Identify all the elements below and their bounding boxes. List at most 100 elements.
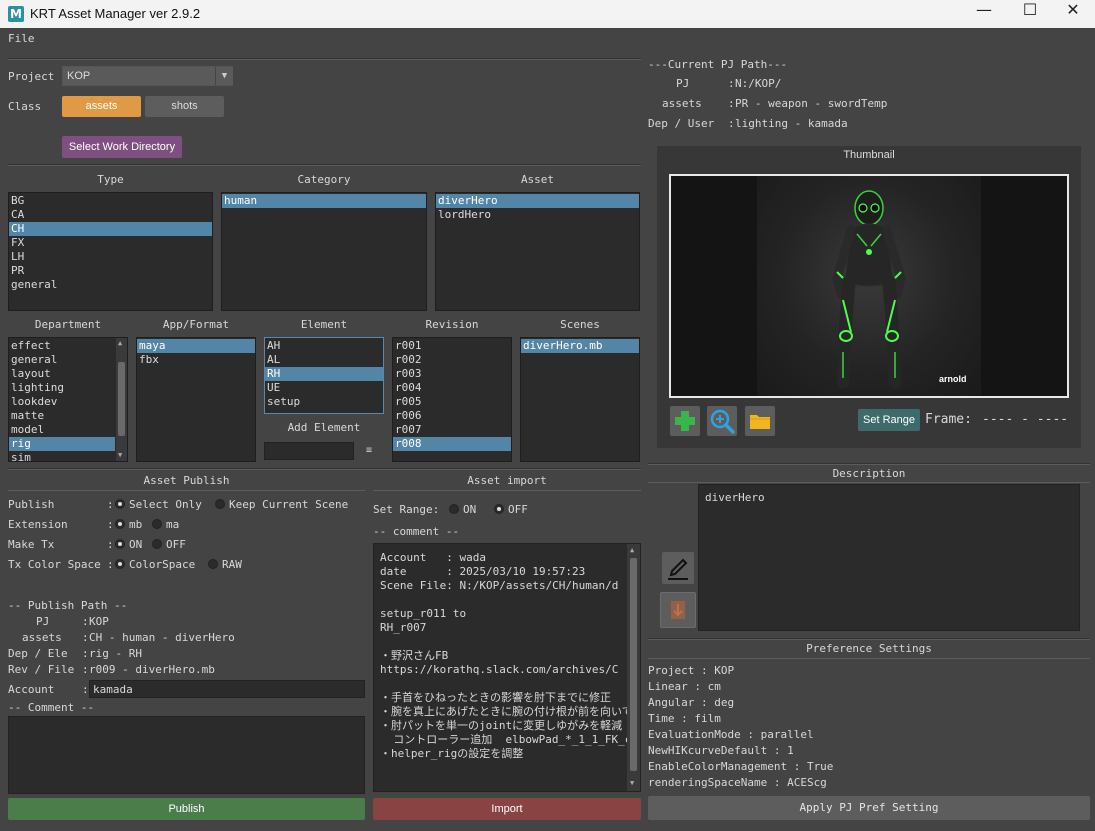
element-list-item[interactable]: AH [265,339,383,353]
department-list-item[interactable]: layout [9,367,115,381]
publish-keep-scene-radio[interactable]: Keep Current Scene [215,498,348,511]
type-list[interactable]: BG CA CH FX LH PR general [8,192,213,311]
radio-icon [215,499,225,509]
apply-pj-pref-button[interactable]: Apply PJ Pref Setting [648,796,1090,820]
extension-mb-radio[interactable]: mb [115,518,142,531]
revision-list-item[interactable]: r006 [393,409,511,423]
raw-radio[interactable]: RAW [208,558,242,571]
scroll-thumb[interactable] [118,362,125,436]
department-list-item[interactable]: rig [9,437,115,451]
type-list-item[interactable]: BG [9,194,212,208]
type-list-item[interactable]: CA [9,208,212,222]
separator [8,58,641,60]
radio-icon [115,559,125,569]
publish-option-label: Publish [8,498,55,511]
menu-icon[interactable]: ≡ [366,445,372,456]
add-element-input[interactable] [264,442,354,460]
asset-list-item[interactable]: lordHero [436,208,639,222]
set-range-on-radio[interactable]: ON [449,503,476,516]
scroll-down-icon[interactable]: ▼ [118,451,122,459]
type-list-item[interactable]: PR [9,264,212,278]
make-tx-on-radio[interactable]: ON [115,538,142,551]
colon: : [728,97,735,110]
save-description-button[interactable] [660,592,696,628]
department-list-item[interactable]: lookdev [9,395,115,409]
element-list[interactable]: AH AL RH UE setup [264,337,384,414]
revision-list-item[interactable]: r008 [393,437,511,451]
import-button[interactable]: Import [373,798,641,820]
minimize-button[interactable]: — [961,0,1007,28]
select-work-directory-button[interactable]: Select Work Directory [62,136,182,158]
class-shots-button[interactable]: shots [145,96,224,117]
department-list-item[interactable]: effect [9,339,115,353]
import-comment-box[interactable]: Account : wada date : 2025/03/10 19:57:2… [373,543,641,792]
element-list-item[interactable]: UE [265,381,383,395]
class-assets-button[interactable]: assets [62,96,141,117]
color-space-radio[interactable]: ColorSpace [115,558,195,571]
chevron-down-icon[interactable]: ▼ [215,67,233,85]
scroll-up-icon[interactable]: ▲ [118,339,122,347]
revision-list-item[interactable]: r005 [393,395,511,409]
type-list-item[interactable]: FX [9,236,212,250]
set-range-button[interactable]: Set Range [858,409,920,431]
separator [8,468,641,470]
asset-list[interactable]: diverHero lordHero [435,192,640,311]
category-list[interactable]: human [221,192,427,311]
revision-list-item[interactable]: r001 [393,339,511,353]
add-button[interactable] [670,406,700,436]
revision-list-item[interactable]: r007 [393,423,511,437]
description-textarea[interactable]: diverHero [698,484,1080,631]
account-input[interactable]: kamada [89,680,365,698]
asset-list-item[interactable]: diverHero [436,194,639,208]
close-button[interactable]: ✕ [1050,0,1095,28]
set-range-off-radio[interactable]: OFF [494,503,528,516]
department-list-item[interactable]: general [9,353,115,367]
department-list[interactable]: effect general layout lighting lookdev matte m… [8,337,128,462]
type-list-item[interactable]: general [9,278,212,292]
app-format-list-item[interactable]: maya [137,339,255,353]
current-dep-label: Dep / User [648,117,715,130]
open-folder-button[interactable] [745,406,775,436]
publish-dep-label: Dep / Ele [8,647,68,660]
publish-button[interactable]: Publish [8,798,365,820]
department-list-item[interactable]: matte [9,409,115,423]
zoom-button[interactable] [707,406,737,436]
publish-rev-label: Rev / File [8,663,75,676]
project-dropdown[interactable]: KOP ▼ [62,66,233,86]
edit-description-button[interactable] [662,552,694,584]
publish-pj-value: KOP [89,615,109,628]
department-scrollbar[interactable]: ▲ ▼ [116,338,127,461]
publish-select-only-radio[interactable]: Select Only [115,498,202,511]
colon: : [107,558,114,571]
scroll-up-icon[interactable]: ▲ [630,546,634,554]
type-list-item[interactable]: CH [9,222,212,236]
element-list-item[interactable]: AL [265,353,383,367]
category-list-item[interactable]: human [222,194,426,208]
app-format-list[interactable]: maya fbx [136,337,256,462]
element-list-item[interactable]: setup [265,395,383,409]
extension-ma-label: ma [166,518,180,531]
scenes-list-item[interactable]: diverHero.mb [521,339,639,353]
department-list-item[interactable]: sim [9,451,115,461]
department-list-item[interactable]: model [9,423,115,437]
type-list-item[interactable]: LH [9,250,212,264]
revision-list[interactable]: r001 r002 r003 r004 r005 r006 r007 r008 [392,337,512,462]
make-tx-label: Make Tx [8,538,55,551]
revision-list-item[interactable]: r003 [393,367,511,381]
extension-ma-radio[interactable]: ma [152,518,179,531]
publish-comment-textarea[interactable] [8,716,365,794]
department-list-item[interactable]: lighting [9,381,115,395]
app-format-list-item[interactable]: fbx [137,353,255,367]
import-scrollbar[interactable]: ▲ ▼ [627,544,640,791]
revision-list-item[interactable]: r002 [393,353,511,367]
scroll-down-icon[interactable]: ▼ [630,779,634,787]
asset-publish-header: Asset Publish [143,474,230,487]
make-tx-off-radio[interactable]: OFF [152,538,186,551]
title-bar: M KRT Asset Manager ver 2.9.2 — ☐ ✕ [0,0,1095,28]
scroll-thumb[interactable] [630,558,637,771]
revision-list-item[interactable]: r004 [393,381,511,395]
element-list-item[interactable]: RH [265,367,383,381]
maximize-button[interactable]: ☐ [1007,0,1053,28]
menu-file[interactable]: File [8,32,35,45]
scenes-list[interactable]: diverHero.mb [520,337,640,462]
